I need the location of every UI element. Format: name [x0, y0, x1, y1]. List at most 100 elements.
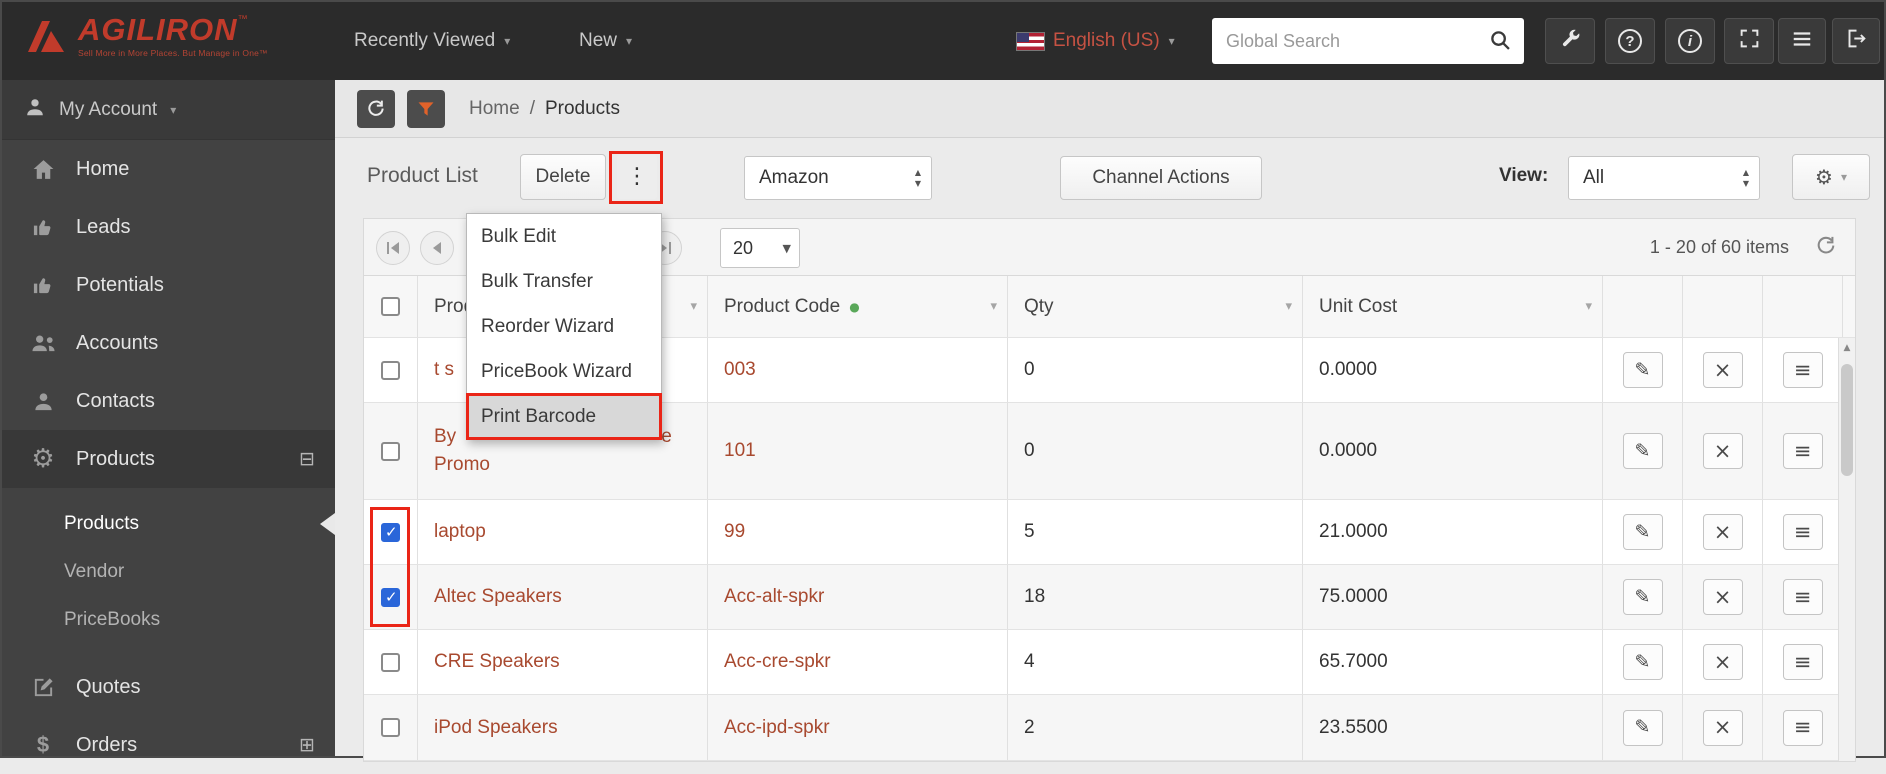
delete-row-button[interactable]: ×: [1702, 579, 1743, 615]
pager-refresh-button[interactable]: [1815, 235, 1837, 262]
expand-section-icon[interactable]: ⊞: [299, 735, 315, 755]
row-checkbox[interactable]: [381, 587, 400, 607]
product-code-link[interactable]: Acc-alt-spkr: [724, 583, 824, 611]
edit-row-button[interactable]: ✎: [1622, 709, 1663, 746]
submenu-item-pricebooks[interactable]: PriceBooks: [2, 596, 335, 644]
language-selector[interactable]: English (US) ▾: [1016, 2, 1175, 80]
edit-row-button[interactable]: ✎: [1622, 352, 1663, 388]
channel-actions-button[interactable]: Channel Actions: [1060, 156, 1262, 200]
sidebar-item-products[interactable]: ⚙ Products ⊟: [2, 430, 335, 488]
close-icon: ×: [1713, 438, 1732, 463]
product-code-link[interactable]: Acc-ipd-spkr: [724, 714, 830, 742]
menu-item-pricebook-wizard[interactable]: PriceBook Wizard: [467, 349, 661, 394]
column-menu-icon[interactable]: ▾: [1585, 300, 1592, 313]
product-code-link[interactable]: 003: [724, 356, 756, 384]
scrollbar-thumb[interactable]: [1841, 364, 1853, 476]
column-header-qty[interactable]: Qty ▾: [1008, 276, 1303, 337]
filter-button[interactable]: [407, 89, 445, 128]
breadcrumb-home[interactable]: Home: [469, 98, 520, 120]
page-size-value: 20: [733, 237, 754, 258]
info-button[interactable]: i: [1665, 18, 1715, 64]
row-checkbox[interactable]: [381, 652, 400, 672]
column-menu-icon[interactable]: ▾: [990, 300, 997, 313]
fullscreen-button[interactable]: [1724, 18, 1774, 64]
sidebar: My Account ▾ Home Leads Potentials Accou…: [2, 80, 335, 757]
scroll-up-icon[interactable]: ▲: [1839, 338, 1855, 358]
delete-row-button[interactable]: ×: [1702, 709, 1743, 746]
edit-row-button[interactable]: ✎: [1622, 433, 1663, 469]
select-all-checkbox[interactable]: [381, 297, 400, 316]
delete-row-button[interactable]: ×: [1702, 644, 1743, 680]
product-name-link[interactable]: iPod Speakers: [434, 714, 558, 742]
page-size-select[interactable]: 20 ▼: [720, 228, 800, 268]
product-name-link[interactable]: t s: [434, 356, 454, 384]
product-name-link[interactable]: laptop: [434, 518, 486, 546]
column-header-unit-cost[interactable]: Unit Cost ▾: [1303, 276, 1603, 337]
first-page-button[interactable]: [376, 231, 410, 265]
my-account-menu[interactable]: My Account ▾: [2, 80, 335, 140]
recently-viewed-dropdown[interactable]: Recently Viewed ▾: [354, 2, 510, 80]
row-checkbox[interactable]: [381, 441, 400, 461]
row-checkbox[interactable]: [381, 360, 400, 380]
product-name-link[interactable]: Altec Speakers: [434, 583, 562, 611]
menu-item-bulk-transfer[interactable]: Bulk Transfer: [467, 259, 661, 304]
sidebar-item-orders[interactable]: $ Orders ⊞: [2, 716, 335, 774]
product-code-link[interactable]: Acc-cre-spkr: [724, 648, 831, 676]
sidebar-item-leads[interactable]: Leads: [2, 198, 335, 256]
search-input[interactable]: [1212, 18, 1524, 64]
home-icon: [28, 157, 58, 182]
row-menu-button[interactable]: ≡: [1782, 709, 1823, 746]
column-header-product-code[interactable]: Product Code ● ▾: [708, 276, 1008, 337]
sidebar-item-contacts[interactable]: Contacts: [2, 372, 335, 430]
row-menu-button[interactable]: ≡: [1782, 433, 1823, 469]
logout-button[interactable]: [1832, 18, 1880, 64]
table-row: CRE Speakers Acc-cre-spkr 4 65.7000 ✎ × …: [364, 630, 1855, 695]
delete-row-button[interactable]: ×: [1702, 514, 1743, 550]
product-code-link[interactable]: 101: [724, 437, 756, 465]
grid-settings-button[interactable]: ⚙ ▾: [1792, 154, 1870, 200]
sidebar-item-potentials[interactable]: Potentials: [2, 256, 335, 314]
channel-select[interactable]: Amazon ▲ ▼: [744, 156, 932, 200]
delete-row-button[interactable]: ×: [1702, 352, 1743, 388]
qty-value: 2: [1024, 716, 1035, 738]
row-menu-button[interactable]: ≡: [1782, 514, 1823, 550]
menu-item-print-barcode[interactable]: Print Barcode: [466, 393, 662, 440]
help-button[interactable]: ?: [1605, 18, 1655, 64]
edit-row-button[interactable]: ✎: [1622, 514, 1663, 550]
menu-item-bulk-edit[interactable]: Bulk Edit: [467, 214, 661, 259]
row-checkbox[interactable]: [381, 718, 400, 737]
row-checkbox[interactable]: [381, 522, 400, 542]
chevron-down-icon: ▾: [170, 102, 177, 117]
topbar: AGILIRON™ Sell More in More Places. But …: [2, 2, 1884, 80]
product-name-link[interactable]: CRE Speakers: [434, 648, 560, 676]
submenu-item-products[interactable]: Products: [2, 500, 335, 548]
edit-row-button[interactable]: ✎: [1622, 644, 1663, 680]
tools-button[interactable]: [1545, 18, 1595, 64]
row-menu-button[interactable]: ≡: [1782, 579, 1823, 615]
search-icon[interactable]: [1489, 29, 1512, 57]
sidebar-item-home[interactable]: Home: [2, 140, 335, 198]
delete-button[interactable]: Delete: [520, 154, 606, 200]
apps-menu-button[interactable]: [1778, 18, 1826, 64]
new-dropdown[interactable]: New ▾: [579, 2, 632, 80]
column-menu-icon[interactable]: ▾: [1285, 300, 1292, 313]
prev-page-button[interactable]: [420, 231, 454, 265]
sidebar-item-accounts[interactable]: Accounts: [2, 314, 335, 372]
row-menu-button[interactable]: ≡: [1782, 352, 1823, 388]
refresh-button[interactable]: [357, 89, 395, 128]
collapse-icon[interactable]: ⊟: [299, 449, 315, 469]
more-actions-button[interactable]: ⋮: [617, 155, 657, 199]
edit-icon: [28, 676, 58, 699]
table-scrollbar[interactable]: ▲: [1838, 338, 1855, 761]
sidebar-item-quotes[interactable]: Quotes: [2, 658, 335, 716]
submenu-item-vendor[interactable]: Vendor: [2, 548, 335, 596]
delete-row-button[interactable]: ×: [1702, 433, 1743, 469]
menu-item-reorder-wizard[interactable]: Reorder Wizard: [467, 304, 661, 349]
product-code-link[interactable]: 99: [724, 518, 745, 546]
column-menu-icon[interactable]: ▾: [690, 300, 697, 313]
recently-viewed-label: Recently Viewed: [354, 30, 496, 51]
row-menu-button[interactable]: ≡: [1782, 644, 1823, 680]
hamburger-icon: ≡: [1793, 715, 1812, 739]
view-select[interactable]: All ▲ ▼: [1568, 156, 1760, 200]
edit-row-button[interactable]: ✎: [1622, 579, 1663, 615]
